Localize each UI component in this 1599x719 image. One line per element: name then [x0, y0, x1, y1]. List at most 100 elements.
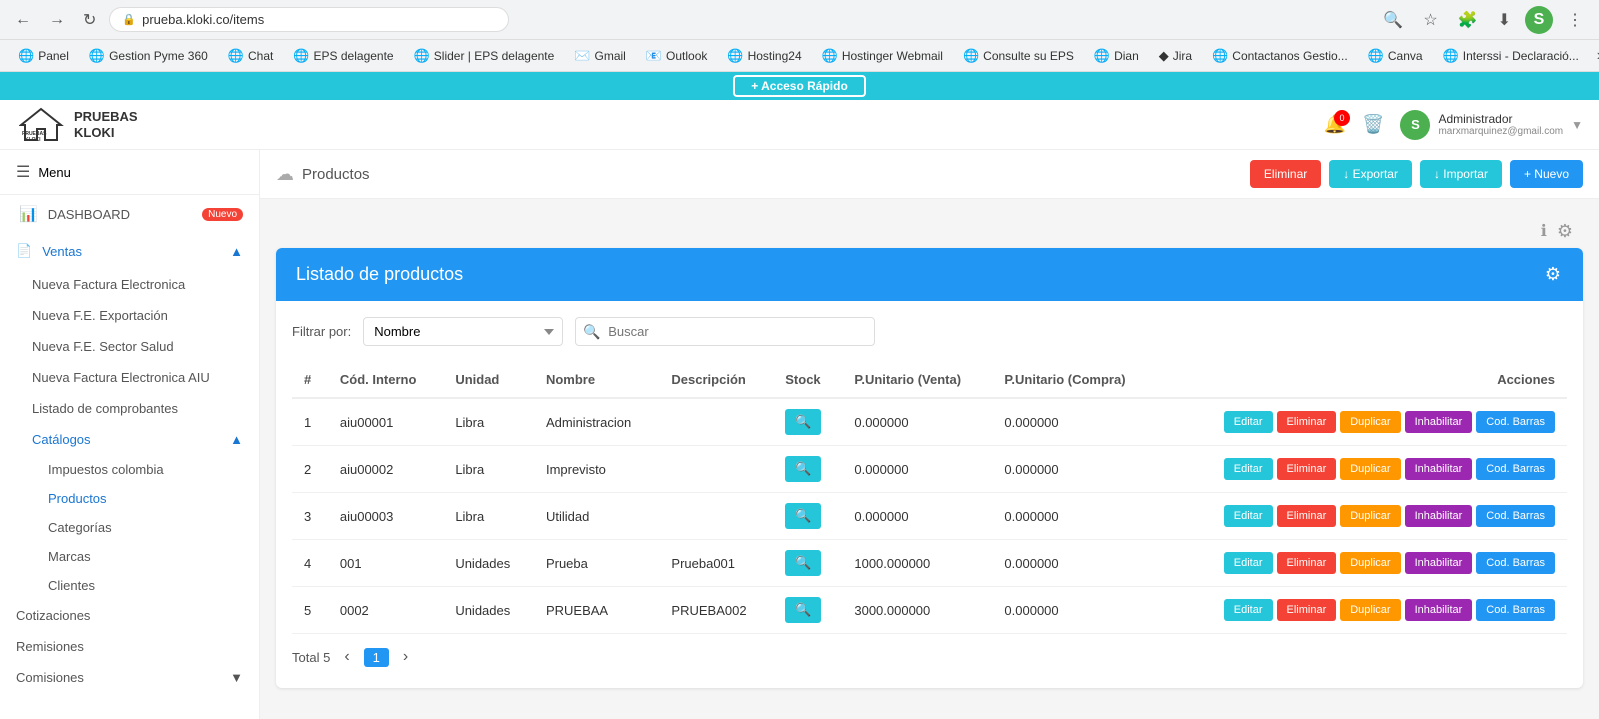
back-button[interactable]: ←	[10, 9, 36, 31]
bookmark-canva[interactable]: 🌐 Canva	[1360, 45, 1431, 67]
dashboard-badge: Nuevo	[202, 208, 243, 221]
barcode-button[interactable]: Cod. Barras	[1476, 552, 1555, 574]
bookmark-chat[interactable]: 🌐 Chat	[220, 45, 282, 67]
stock-search-button[interactable]: 🔍	[785, 503, 821, 529]
delete-button[interactable]: Eliminar	[1277, 458, 1337, 480]
sidebar-item-comisiones[interactable]: Comisiones ▼	[0, 662, 259, 693]
stock-search-button[interactable]: 🔍	[785, 597, 821, 623]
sidebar-item-nueva-factura[interactable]: Nueva Factura Electronica	[0, 269, 259, 300]
disable-button[interactable]: Inhabilitar	[1405, 505, 1473, 527]
bookmark-eps[interactable]: 🌐 EPS delagente	[285, 45, 401, 67]
search-input[interactable]	[575, 317, 875, 346]
next-page-button[interactable]: ›	[397, 646, 414, 668]
sidebar-item-nueva-fe-salud[interactable]: Nueva F.E. Sector Salud	[0, 331, 259, 362]
gear-button[interactable]: ⚙	[1555, 219, 1575, 244]
table-row: 5 0002 Unidades PRUEBAA PRUEBA002 🔍 3000…	[292, 587, 1567, 634]
cell-descripcion	[659, 398, 773, 446]
delete-button[interactable]: Eliminar	[1277, 599, 1337, 621]
page-1-button[interactable]: 1	[364, 648, 389, 667]
bookmark-outlook[interactable]: 📧 Outlook	[638, 45, 716, 67]
barcode-button[interactable]: Cod. Barras	[1476, 411, 1555, 433]
info-button[interactable]: ℹ	[1539, 219, 1549, 243]
bookmark-gmail[interactable]: ✉️ Gmail	[566, 45, 634, 67]
address-bar[interactable]: 🔒 prueba.kloki.co/items	[109, 7, 509, 32]
search-browser-btn[interactable]: 🔍	[1377, 7, 1409, 33]
bookmark-gestion-pyme[interactable]: 🌐 Gestion Pyme 360	[81, 45, 216, 67]
delete-button[interactable]: Eliminar	[1277, 411, 1337, 433]
stock-search-button[interactable]: 🔍	[785, 550, 821, 576]
forward-button[interactable]: →	[44, 9, 70, 31]
sidebar-item-impuestos[interactable]: Impuestos colombia	[0, 455, 259, 484]
menu-btn[interactable]: ⋮	[1561, 7, 1589, 33]
bookmark-hostinger[interactable]: 🌐 Hostinger Webmail	[814, 45, 951, 67]
duplicate-button[interactable]: Duplicar	[1340, 505, 1400, 527]
bookmark-interssi[interactable]: 🌐 Interssi - Declaració...	[1435, 45, 1587, 67]
sidebar-item-categorias[interactable]: Categorías	[0, 513, 259, 542]
reload-button[interactable]: ↻	[78, 8, 101, 32]
nuevo-button[interactable]: + Nuevo	[1510, 160, 1583, 188]
ventas-section-header[interactable]: 📄 Ventas ▲	[0, 233, 259, 269]
settings-header-button[interactable]: 🗑️	[1362, 114, 1384, 135]
sidebar-item-cotizaciones[interactable]: Cotizaciones	[0, 600, 259, 631]
sidebar-item-clientes[interactable]: Clientes	[0, 571, 259, 600]
sidebar-item-nueva-fe-exportacion[interactable]: Nueva F.E. Exportación	[0, 300, 259, 331]
card-gear-button[interactable]: ⚙	[1543, 262, 1563, 287]
sidebar-item-remisiones[interactable]: Remisiones	[0, 631, 259, 662]
duplicate-button[interactable]: Duplicar	[1340, 411, 1400, 433]
catalogos-header[interactable]: Catálogos ▲	[0, 424, 259, 455]
user-email: marxmarquinez@gmail.com	[1438, 126, 1563, 137]
edit-button[interactable]: Editar	[1224, 552, 1273, 574]
disable-button[interactable]: Inhabilitar	[1405, 458, 1473, 480]
barcode-button[interactable]: Cod. Barras	[1476, 599, 1555, 621]
stock-search-button[interactable]: 🔍	[785, 456, 821, 482]
profile-btn[interactable]: S	[1525, 6, 1553, 34]
cell-nombre: Imprevisto	[534, 446, 659, 493]
user-details: Administrador marxmarquinez@gmail.com	[1438, 112, 1563, 137]
sidebar-item-marcas[interactable]: Marcas	[0, 542, 259, 571]
delete-button[interactable]: Eliminar	[1277, 505, 1337, 527]
duplicate-button[interactable]: Duplicar	[1340, 599, 1400, 621]
sidebar-menu-header[interactable]: ☰ Menu	[0, 150, 259, 195]
edit-button[interactable]: Editar	[1224, 505, 1273, 527]
disable-button[interactable]: Inhabilitar	[1405, 552, 1473, 574]
sidebar-item-productos[interactable]: Productos	[0, 484, 259, 513]
stock-search-button[interactable]: 🔍	[785, 409, 821, 435]
cell-acciones: Editar Eliminar Duplicar Inhabilitar Cod…	[1159, 398, 1567, 446]
col-descripcion: Descripción	[659, 362, 773, 398]
bookmark-contactanos[interactable]: 🌐 Contactanos Gestio...	[1204, 45, 1356, 67]
card-header: Listado de productos ⚙	[276, 248, 1583, 301]
filter-select[interactable]: Nombre Código Interno Descripción	[363, 317, 563, 346]
cell-acciones: Editar Eliminar Duplicar Inhabilitar Cod…	[1159, 446, 1567, 493]
edit-button[interactable]: Editar	[1224, 599, 1273, 621]
bookmark-hosting24[interactable]: 🌐 Hosting24	[719, 45, 809, 67]
sidebar-item-dashboard[interactable]: 📊 DASHBOARD Nuevo	[0, 195, 259, 233]
more-bookmarks-btn[interactable]: »	[1591, 44, 1599, 68]
bookmark-panel[interactable]: 🌐 Panel	[10, 45, 77, 67]
delete-button[interactable]: Eliminar	[1277, 552, 1337, 574]
bookmark-slider-eps[interactable]: 🌐 Slider | EPS delagente	[406, 45, 563, 67]
notification-button[interactable]: 🔔 0	[1324, 114, 1346, 135]
bookmark-btn[interactable]: ☆	[1417, 7, 1443, 33]
eliminar-button[interactable]: Eliminar	[1250, 160, 1321, 188]
barcode-button[interactable]: Cod. Barras	[1476, 458, 1555, 480]
sidebar-item-nueva-factura-aiu[interactable]: Nueva Factura Electronica AIU	[0, 362, 259, 393]
exportar-button[interactable]: ↓ Exportar	[1329, 160, 1412, 188]
disable-button[interactable]: Inhabilitar	[1405, 411, 1473, 433]
bookmark-consulte[interactable]: 🌐 Consulte su EPS	[955, 45, 1082, 67]
importar-button[interactable]: ↓ Importar	[1420, 160, 1502, 188]
duplicate-button[interactable]: Duplicar	[1340, 552, 1400, 574]
duplicate-button[interactable]: Duplicar	[1340, 458, 1400, 480]
bookmark-jira[interactable]: ◆ Jira	[1151, 45, 1200, 67]
bookmark-dian[interactable]: 🌐 Dian	[1086, 45, 1147, 67]
sidebar-item-listado-comprobantes[interactable]: Listado de comprobantes	[0, 393, 259, 424]
disable-button[interactable]: Inhabilitar	[1405, 599, 1473, 621]
edit-button[interactable]: Editar	[1224, 411, 1273, 433]
extensions-btn[interactable]: 🧩	[1452, 7, 1484, 33]
quick-access-button[interactable]: + Acceso Rápido	[733, 75, 866, 97]
col-p-compra: P.Unitario (Compra)	[992, 362, 1159, 398]
download-btn[interactable]: ⬇	[1492, 7, 1517, 33]
edit-button[interactable]: Editar	[1224, 458, 1273, 480]
user-info[interactable]: S Administrador marxmarquinez@gmail.com …	[1400, 110, 1583, 140]
prev-page-button[interactable]: ‹	[338, 646, 355, 668]
barcode-button[interactable]: Cod. Barras	[1476, 505, 1555, 527]
